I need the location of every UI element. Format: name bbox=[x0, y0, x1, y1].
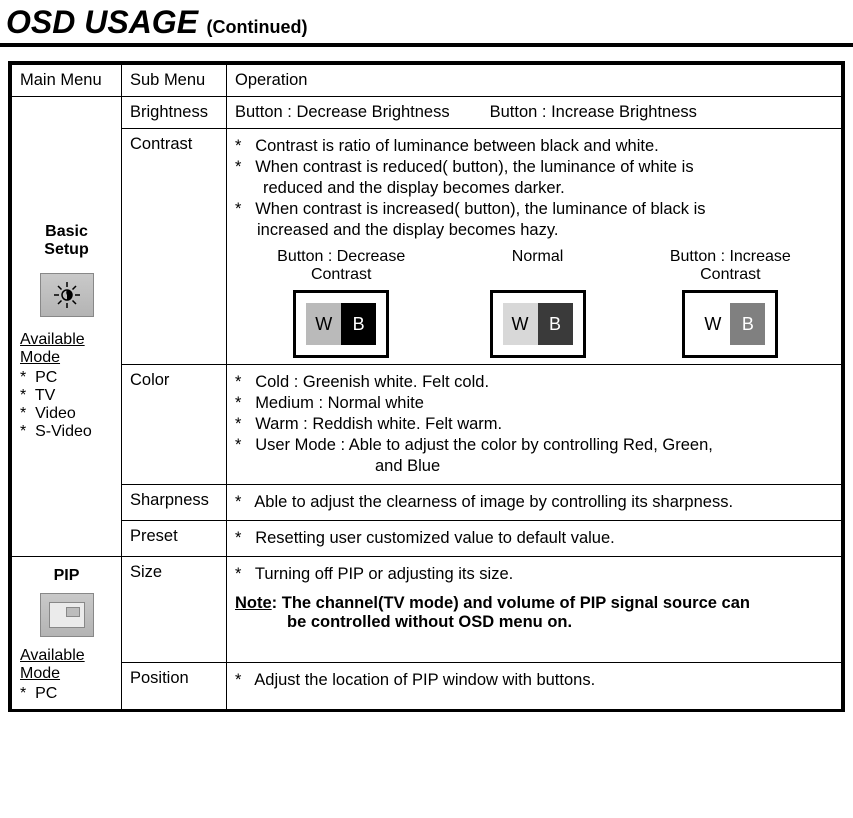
mode-item: TV bbox=[20, 387, 113, 405]
preset-b1: Resetting user customized value to defau… bbox=[235, 529, 833, 548]
osd-table-wrapper: Main Menu Sub Menu Operation Basic Setup bbox=[8, 61, 845, 712]
contrast-note-3b: increased and the display becomes hazy. bbox=[235, 221, 833, 240]
submenu-color: Color bbox=[122, 365, 227, 485]
contrast-note-1: Contrast is ratio of luminance between b… bbox=[235, 137, 833, 156]
color-b1: Cold : Greenish white. Felt cold. bbox=[235, 373, 833, 392]
row-sharpness: Sharpness Able to adjust the clearness o… bbox=[12, 485, 842, 521]
sharpness-b1: Able to adjust the clearness of image by… bbox=[235, 493, 833, 512]
op-contrast: Contrast is ratio of luminance between b… bbox=[227, 129, 842, 365]
pip-note-2: be controlled without OSD menu on. bbox=[287, 613, 572, 631]
op-pip-size: Turning off PIP or adjusting its size. N… bbox=[227, 557, 842, 663]
header-operation: Operation bbox=[227, 65, 842, 97]
contrast-demo-normal: Normal W B bbox=[490, 248, 586, 358]
pip-size-b1: Turning off PIP or adjusting its size. bbox=[235, 565, 833, 584]
table-header-row: Main Menu Sub Menu Operation bbox=[12, 65, 842, 97]
row-contrast: Contrast Contrast is ratio of luminance … bbox=[12, 129, 842, 365]
op-pip-position: Adjust the location of PIP window with b… bbox=[227, 663, 842, 709]
main-menu-basic-setup: Basic Setup bbox=[12, 97, 122, 557]
submenu-brightness: Brightness bbox=[122, 97, 227, 129]
brightness-icon bbox=[40, 273, 94, 317]
contrast-demo-box-dec: W B bbox=[293, 290, 389, 358]
mode-item: PC bbox=[20, 369, 113, 387]
pip-note-label: Note bbox=[235, 594, 272, 612]
pip-note-1: : The channel(TV mode) and volume of PIP… bbox=[272, 594, 750, 612]
pip-icon bbox=[40, 593, 94, 637]
main-menu-pip: PIP Available Mode PC bbox=[12, 557, 122, 710]
submenu-pip-position: Position bbox=[122, 663, 227, 709]
color-b4a: User Mode : Able to adjust the color by … bbox=[235, 436, 833, 455]
op-preset: Resetting user customized value to defau… bbox=[227, 521, 842, 557]
submenu-sharpness: Sharpness bbox=[122, 485, 227, 521]
mode-item: PC bbox=[20, 685, 113, 703]
pip-position-b1: Adjust the location of PIP window with b… bbox=[235, 671, 833, 690]
contrast-demo-row: Button : Decrease Contrast W B Normal W … bbox=[235, 248, 833, 358]
contrast-note-2b: reduced and the display becomes darker. bbox=[235, 179, 833, 198]
page-subtitle: (Continued) bbox=[206, 17, 307, 37]
brightness-decrease-text: Button : Decrease Brightness bbox=[235, 103, 450, 122]
color-b3: Warm : Reddish white. Felt warm. bbox=[235, 415, 833, 434]
row-color: Color Cold : Greenish white. Felt cold. … bbox=[12, 365, 842, 485]
contrast-demo-decrease: Button : Decrease Contrast W B bbox=[277, 248, 405, 358]
row-preset: Preset Resetting user customized value t… bbox=[12, 521, 842, 557]
op-brightness: Button : Decrease Brightness Button : In… bbox=[227, 97, 842, 129]
page-title: OSD USAGE bbox=[6, 4, 198, 40]
pip-available-mode-label: Available Mode bbox=[20, 647, 85, 682]
contrast-demo-box-norm: W B bbox=[490, 290, 586, 358]
contrast-note-2a: When contrast is reduced( button), the l… bbox=[235, 158, 833, 177]
page-title-bar: OSD USAGE (Continued) bbox=[0, 0, 853, 47]
header-main-menu: Main Menu bbox=[12, 65, 122, 97]
brightness-increase-text: Button : Increase Brightness bbox=[490, 103, 697, 122]
osd-table: Main Menu Sub Menu Operation Basic Setup bbox=[11, 64, 842, 709]
submenu-preset: Preset bbox=[122, 521, 227, 557]
available-mode-label: Available Mode bbox=[20, 331, 85, 366]
row-pip-size: PIP Available Mode PC Size Turning off P… bbox=[12, 557, 842, 663]
header-sub-menu: Sub Menu bbox=[122, 65, 227, 97]
op-sharpness: Able to adjust the clearness of image by… bbox=[227, 485, 842, 521]
contrast-note-3a: When contrast is increased( button), the… bbox=[235, 200, 833, 219]
contrast-demo-box-inc: W B bbox=[682, 290, 778, 358]
mode-item: S-Video bbox=[20, 423, 113, 441]
pip-available-mode-list: PC bbox=[20, 685, 113, 703]
row-pip-position: Position Adjust the location of PIP wind… bbox=[12, 663, 842, 709]
available-mode-list: PC TV Video S-Video bbox=[20, 369, 113, 441]
color-b4b: and Blue bbox=[235, 457, 833, 476]
color-b2: Medium : Normal white bbox=[235, 394, 833, 413]
contrast-demo-increase: Button : Increase Contrast W B bbox=[670, 248, 791, 358]
submenu-contrast: Contrast bbox=[122, 129, 227, 365]
mode-item: Video bbox=[20, 405, 113, 423]
row-brightness: Basic Setup bbox=[12, 97, 842, 129]
op-color: Cold : Greenish white. Felt cold. Medium… bbox=[227, 365, 842, 485]
pip-title: PIP bbox=[20, 567, 113, 585]
submenu-pip-size: Size bbox=[122, 557, 227, 663]
basic-setup-title: Basic Setup bbox=[20, 223, 113, 259]
